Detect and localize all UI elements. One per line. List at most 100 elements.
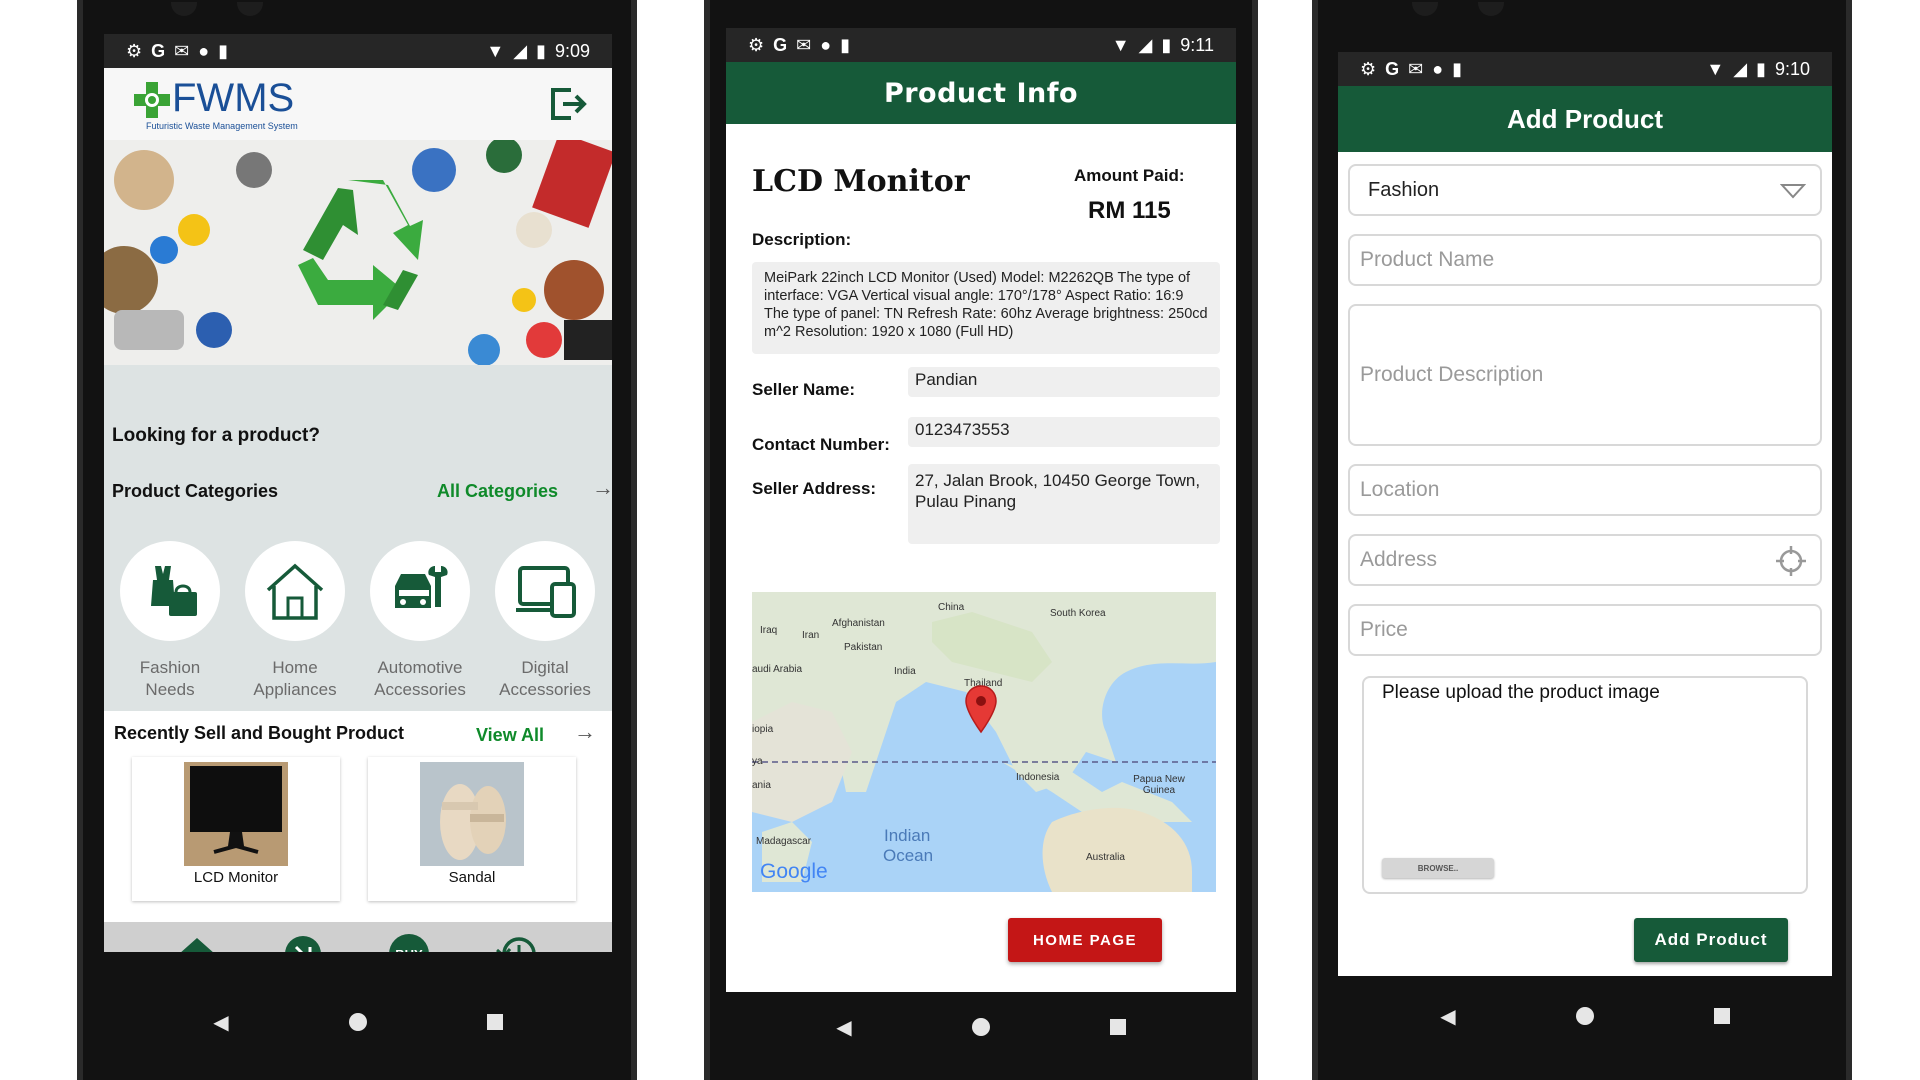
app-header: FWMS Futuristic Waste Management System (104, 68, 612, 140)
address-value: 27, Jalan Brook, 10450 George Town, Pula… (908, 464, 1220, 544)
page-title: Add Product (1507, 103, 1663, 134)
wifi-icon: ▼ (486, 40, 505, 61)
status-time: 9:09 (554, 40, 590, 61)
home-icon (266, 563, 324, 620)
product-description-placeholder: Product Description (1360, 363, 1544, 386)
map-label-madagascar: Madagascar (756, 836, 812, 847)
category-automotive[interactable] (370, 541, 470, 641)
dropdown-arrow-icon (1780, 184, 1806, 199)
back-icon[interactable]: ◀ (213, 1010, 228, 1035)
sd-card-icon: ▮ (840, 34, 851, 55)
view-all-link[interactable]: View All (476, 725, 544, 746)
recents-icon[interactable] (1713, 1008, 1730, 1024)
recent-heading: Recently Sell and Bought Product (114, 723, 405, 743)
map-label-tanzania: ania (752, 780, 771, 791)
recents-icon[interactable] (486, 1014, 503, 1030)
phone-add-product: ⚙ G ✉ ● ▮ ▼ ◢ ▮ 9:10 Add Product Fashion… (1312, 0, 1852, 1080)
recents-icon[interactable] (1109, 1019, 1126, 1035)
signal-icon: ◢ (1733, 58, 1748, 79)
dot-icon: ● (198, 40, 210, 61)
recycle-banner (104, 140, 612, 365)
phone-product-info: ⚙ G ✉ ● ▮ ▼ ◢ ▮ 9:11 Product Info LCD Mo… (704, 0, 1258, 1080)
map-label-australia: Australia (1086, 852, 1125, 863)
back-icon[interactable]: ◀ (836, 1015, 851, 1040)
back-icon[interactable]: ◀ (1440, 1004, 1455, 1029)
recycle-banner-image (104, 140, 612, 365)
status-bar: ⚙ G ✉ ● ▮ ▼ ◢ ▮ 9:09 (104, 34, 612, 68)
map-label-indonesia: Indonesia (1016, 772, 1060, 783)
sd-card-icon: ▮ (218, 40, 229, 61)
dot-icon: ● (1432, 58, 1444, 79)
product-card-lcd[interactable]: LCD Monitor (132, 757, 340, 901)
categories-section: Looking for a product? Product Categorie… (104, 365, 612, 711)
category-fashion-label: Fashion Needs (139, 658, 201, 699)
map-label-indian-ocean-1: Indian (884, 826, 931, 845)
arrow-right-icon[interactable]: → (592, 475, 612, 501)
home-page-button[interactable]: HOME PAGE (1008, 918, 1162, 962)
category-select[interactable]: Fashion (1348, 164, 1822, 216)
categories-heading: Product Categories (112, 481, 279, 501)
wifi-icon: ▼ (1706, 58, 1725, 79)
product-name-placeholder: Product Name (1360, 248, 1495, 271)
map-label-afghanistan: Afghanistan (832, 618, 885, 629)
android-nav-bar (104, 952, 612, 986)
address-input[interactable]: Address (1348, 534, 1822, 586)
add-product-submit-button[interactable]: Add Product (1634, 918, 1788, 962)
home-circle-icon[interactable] (971, 1018, 990, 1036)
settings-icon: ⚙ (126, 40, 143, 61)
home-screen: ⚙ G ✉ ● ▮ ▼ ◢ ▮ 9:09 FWMS Futuristic Was… (104, 34, 612, 986)
location-map[interactable]: China South Korea Afghanistan Iraq Iran … (752, 592, 1216, 892)
category-digital[interactable] (495, 541, 595, 641)
product-image-sandal (420, 762, 524, 866)
product-card-sandal[interactable]: Sandal (368, 757, 576, 901)
battery-icon: ▮ (1161, 34, 1172, 55)
image-upload-box[interactable]: Please upload the product image BROWSE.. (1362, 676, 1808, 894)
map-label-png: Papua New Guinea (1133, 774, 1185, 796)
category-digital-label: Digital Accessories (499, 658, 591, 699)
location-placeholder: Location (1360, 478, 1440, 501)
price-placeholder: Price (1360, 618, 1408, 641)
category-home[interactable] (245, 541, 345, 641)
android-nav-bar: ◀ (104, 986, 612, 1058)
gps-locate-icon[interactable] (1774, 544, 1808, 578)
product-name: Sandal (448, 869, 496, 886)
all-categories-link[interactable]: All Categories (437, 481, 558, 502)
map-label-china: China (938, 602, 965, 613)
search-heading: Looking for a product? (112, 425, 320, 446)
product-description-input[interactable]: Product Description (1348, 304, 1822, 446)
home-circle-icon[interactable] (1575, 1007, 1594, 1025)
product-name-input[interactable]: Product Name (1348, 234, 1822, 286)
product-name: LCD Monitor (752, 164, 970, 199)
map-label-saudi: audi Arabia (752, 664, 803, 675)
google-icon: G (151, 40, 166, 61)
category-automotive-label: Automotive Accessories (374, 658, 466, 699)
price-input[interactable]: Price (1348, 604, 1822, 656)
map-label-india: India (894, 666, 916, 677)
home-circle-icon[interactable] (348, 1013, 367, 1031)
contact-label: Contact Number: (752, 435, 890, 454)
google-icon: G (1385, 58, 1400, 79)
app-logo-text: FWMS (172, 76, 295, 120)
logout-icon[interactable] (549, 86, 587, 122)
settings-icon: ⚙ (1360, 58, 1377, 79)
location-input[interactable]: Location (1348, 464, 1822, 516)
map-label-indian-ocean-2: Ocean (883, 846, 934, 865)
map-label-ethiopia: iopia (752, 724, 774, 735)
sd-card-icon: ▮ (1452, 58, 1463, 79)
description-label: Description: (752, 230, 852, 249)
dot-icon: ● (820, 34, 832, 55)
upload-instruction: Please upload the product image (1382, 682, 1660, 703)
category-fashion[interactable] (120, 541, 220, 641)
add-product-screen: ⚙ G ✉ ● ▮ ▼ ◢ ▮ 9:10 Add Product Fashion… (1338, 52, 1832, 976)
title-bar: Product Info (726, 62, 1236, 124)
category-home-label: Home Appliances (253, 658, 337, 699)
fashion-icon (151, 566, 197, 616)
status-time: 9:10 (1774, 58, 1810, 79)
map-label-south-korea: South Korea (1050, 608, 1106, 619)
map-pin-icon[interactable] (964, 684, 998, 734)
browse-button[interactable]: BROWSE.. (1382, 858, 1494, 878)
android-nav-bar: ◀ (1338, 976, 1832, 1056)
arrow-right-icon[interactable]: → (574, 719, 596, 745)
map-label-iraq: Iraq (760, 625, 778, 636)
title-bar: Add Product (1338, 86, 1832, 152)
